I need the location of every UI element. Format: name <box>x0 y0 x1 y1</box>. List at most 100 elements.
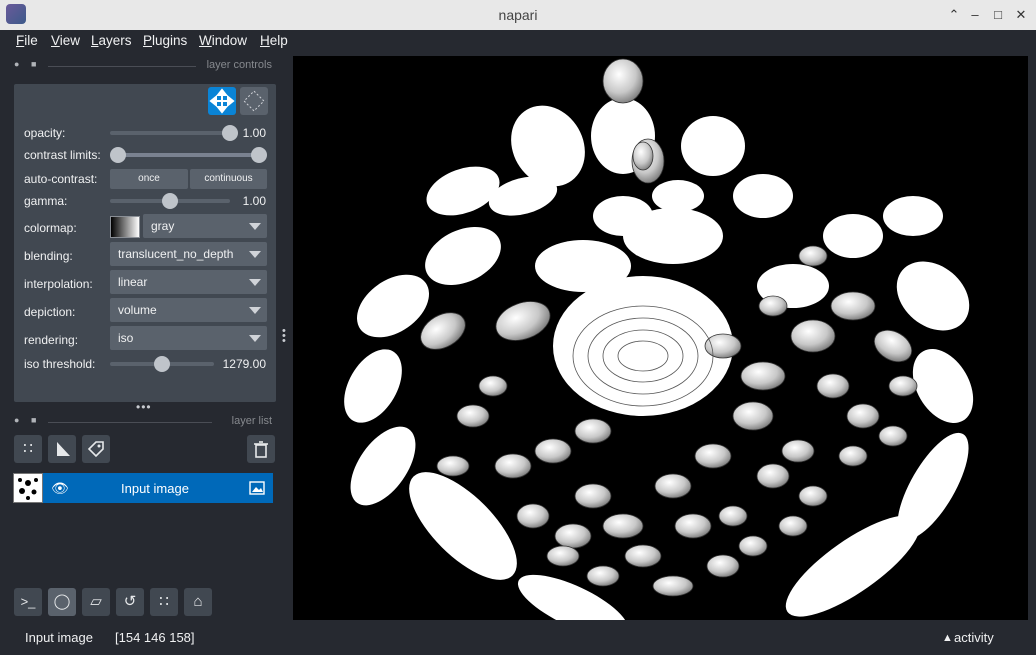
close-button[interactable]: ✕ <box>1012 6 1030 24</box>
new-points-layer-button[interactable]: ∷ <box>14 435 42 463</box>
header-divider <box>48 422 212 423</box>
iso-threshold-row: iso threshold: 1279.00 <box>14 352 276 376</box>
depiction-label: depiction: <box>24 305 76 319</box>
maximize-button[interactable]: □ <box>989 6 1007 24</box>
menu-file[interactable]: File <box>16 33 38 48</box>
layer-list-header: ● ■ layer list <box>8 415 272 429</box>
toggle-ndisplay-button[interactable]: ◯ <box>48 588 76 616</box>
label-tag-icon <box>87 441 104 458</box>
float-panel-icon[interactable]: ● <box>14 59 19 69</box>
layer-item-input-image[interactable]: 👁 Input image <box>43 473 273 503</box>
rendering-value: iso <box>118 331 134 345</box>
blending-row: blending: translucent_no_depth <box>14 242 276 270</box>
close-panel-icon[interactable]: ■ <box>31 415 36 425</box>
layer-name[interactable]: Input image <box>121 481 189 496</box>
layer-thumbnail <box>13 473 43 503</box>
layer-controls-label: layer controls <box>206 59 272 71</box>
menu-layers[interactable]: Layers <box>91 33 132 48</box>
contrast-limits-slider[interactable] <box>118 153 258 157</box>
reset-view-button[interactable]: ⌂ <box>184 588 212 616</box>
chevron-down-icon <box>249 307 261 314</box>
auto-contrast-continuous-button[interactable]: continuous <box>190 169 267 189</box>
contrast-max-handle[interactable] <box>251 147 267 163</box>
chevron-down-icon <box>249 335 261 342</box>
colormap-label: colormap: <box>24 221 77 235</box>
chevron-down-icon <box>249 251 261 258</box>
gamma-row: gamma: 1.00 <box>14 189 276 213</box>
menu-plugins[interactable]: Plugins <box>143 33 187 48</box>
status-coordinates: [154 146 158] <box>115 630 195 645</box>
grid-icon: ∷ <box>159 593 169 610</box>
title-bar: napari ⌃ – □ ✕ <box>0 0 1036 31</box>
status-layer-name: Input image <box>25 630 93 645</box>
move-arrows-icon <box>209 88 235 114</box>
menu-view[interactable]: View <box>51 33 80 48</box>
console-icon: >_ <box>20 594 36 609</box>
points-icon: ∷ <box>23 440 33 457</box>
viewer-canvas[interactable] <box>293 56 1028 620</box>
minimize-button[interactable]: – <box>966 6 984 24</box>
opacity-row: opacity: 1.00 <box>14 121 276 145</box>
blending-dropdown[interactable]: translucent_no_depth <box>110 242 267 266</box>
cube-icon: ▱ <box>90 593 102 610</box>
opacity-label: opacity: <box>24 126 66 140</box>
contrast-limits-row: contrast limits: <box>14 143 276 167</box>
new-labels-layer-button[interactable] <box>82 435 110 463</box>
transform-button[interactable] <box>240 87 268 115</box>
blending-label: blending: <box>24 249 73 263</box>
transpose-icon: ↺ <box>123 593 137 610</box>
rendering-label: rendering: <box>24 333 79 347</box>
iso-threshold-slider-handle[interactable] <box>154 356 170 372</box>
colormap-row: colormap: gray <box>14 214 276 242</box>
interpolation-row: interpolation: linear <box>14 270 276 298</box>
depiction-dropdown[interactable]: volume <box>110 298 267 322</box>
pan-zoom-button[interactable] <box>208 87 236 115</box>
roll-dims-button[interactable]: ▱ <box>82 588 110 616</box>
depiction-value: volume <box>118 303 157 317</box>
visibility-eye-icon[interactable]: 👁 <box>51 480 69 497</box>
cube-3d-icon: ◯ <box>53 593 71 610</box>
gamma-slider-handle[interactable] <box>162 193 178 209</box>
rendering-dropdown[interactable]: iso <box>110 326 267 350</box>
rendering-row: rendering: iso <box>14 326 276 354</box>
delete-layer-button[interactable] <box>247 435 275 463</box>
float-panel-icon[interactable]: ● <box>14 415 19 425</box>
keep-above-icon[interactable]: ⌃ <box>945 6 963 24</box>
opacity-slider[interactable] <box>110 131 230 135</box>
auto-contrast-once-button[interactable]: once <box>110 169 188 189</box>
transform-icon <box>243 90 265 112</box>
menu-help[interactable]: Help <box>260 33 288 48</box>
colormap-dropdown[interactable]: gray <box>143 214 267 238</box>
dock-resize-handle[interactable]: • • • <box>282 326 286 347</box>
volume-rendering <box>344 58 974 620</box>
gamma-value: 1.00 <box>242 194 266 208</box>
opacity-value: 1.00 <box>242 126 266 140</box>
image-layer-icon <box>249 481 265 495</box>
auto-contrast-label: auto-contrast: <box>24 172 98 186</box>
console-button[interactable]: >_ <box>14 588 42 616</box>
close-panel-icon[interactable]: ■ <box>31 59 36 69</box>
shapes-icon <box>57 442 70 456</box>
activity-button[interactable]: activity <box>954 630 994 645</box>
layer-controls-panel: opacity: 1.00 contrast limits: auto-cont… <box>14 84 276 402</box>
chevron-down-icon <box>249 223 261 230</box>
panel-splitter-handle[interactable]: ••• <box>136 400 152 414</box>
blending-value: translucent_no_depth <box>118 247 234 261</box>
gamma-label: gamma: <box>24 194 68 208</box>
iso-threshold-label: iso threshold: <box>24 357 96 371</box>
new-shapes-layer-button[interactable] <box>48 435 76 463</box>
grid-view-button[interactable]: ∷ <box>150 588 178 616</box>
interpolation-value: linear <box>118 275 148 289</box>
contrast-min-handle[interactable] <box>110 147 126 163</box>
transpose-dims-button[interactable]: ↺ <box>116 588 144 616</box>
menu-window[interactable]: Window <box>199 33 247 48</box>
menu-bar: File View Layers Plugins Window Help <box>0 30 1036 54</box>
layer-list-label: layer list <box>231 415 272 427</box>
chevron-down-icon <box>249 279 261 286</box>
opacity-slider-handle[interactable] <box>222 125 238 141</box>
header-divider <box>48 66 196 67</box>
interpolation-dropdown[interactable]: linear <box>110 270 267 294</box>
window-title: napari <box>498 7 538 23</box>
layer-controls-header: ● ■ layer controls <box>8 59 272 73</box>
activity-chevron-up-icon[interactable]: ▲ <box>942 632 953 644</box>
